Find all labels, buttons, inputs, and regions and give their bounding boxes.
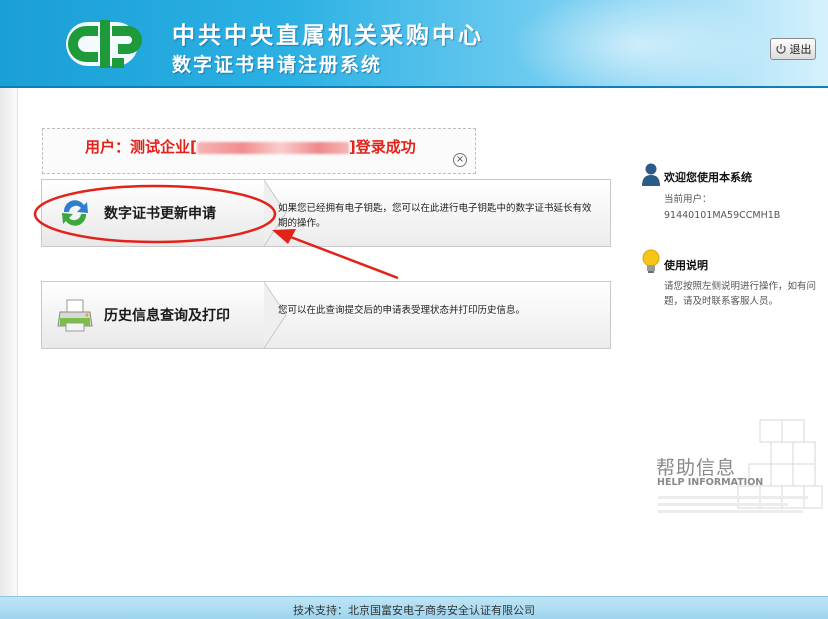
app-title: 中共中央直属机关采购中心 [172, 23, 484, 49]
refresh-icon [62, 200, 88, 226]
certificate-renewal-link[interactable]: 数字证书更新申请 [104, 203, 216, 223]
login-notice: 用户：测试企业[ ]登录成功 × [42, 128, 476, 174]
logout-button[interactable]: 退出 [770, 38, 816, 60]
instructions-text: 请您按照左侧说明进行操作，如有问题，请及时联系客服人员。 [664, 281, 817, 307]
logout-label: 退出 [789, 43, 812, 56]
footer-bar: 技术支持：北京国富安电子商务安全认证有限公司 [0, 596, 828, 619]
current-user-label: 当前用户： [664, 194, 712, 205]
help-title-cn: 帮助信息 [656, 457, 737, 479]
menu-item-certificate-renewal[interactable]: 数字证书更新申请 如果您已经拥有电子钥匙，您可以在此进行电子钥匙中的数字证书延长… [41, 179, 611, 247]
menu-item-history-query[interactable]: 历史信息查询及打印 您可以在此查询提交后的申请表受理状态并打印历史信息。 [41, 281, 611, 349]
user-icon [642, 163, 660, 186]
printer-icon [57, 299, 93, 332]
history-query-link[interactable]: 历史信息查询及打印 [104, 305, 230, 325]
notice-prefix: 用户：测试企业[ [85, 138, 197, 156]
current-user-value: 91440101MA59CCMH1B [664, 210, 781, 221]
instructions-title: 使用说明 [664, 259, 708, 272]
history-query-description: 您可以在此查询提交后的申请表受理状态并打印历史信息。 [278, 305, 526, 316]
header-shine [508, 0, 768, 86]
certificate-renewal-description: 如果您已经拥有电子钥匙，您可以在此进行电子钥匙中的数字证书延长有效期的操作。 [278, 203, 592, 229]
footer-support-text: 技术支持：北京国富安电子商务安全认证有限公司 [293, 604, 535, 617]
header-banner: 中共中央直属机关采购中心 数字证书申请注册系统 退出 [0, 0, 828, 88]
login-status-text: 用户：测试企业[ ]登录成功 [85, 136, 416, 157]
app-subtitle: 数字证书申请注册系统 [172, 54, 383, 76]
left-frame-edge [0, 88, 18, 598]
masked-company-name [196, 141, 349, 154]
welcome-title: 欢迎您使用本系统 [664, 171, 752, 184]
notice-suffix: ]登录成功 [348, 138, 416, 156]
close-icon[interactable]: × [453, 153, 467, 167]
lightbulb-icon [642, 249, 660, 273]
help-title-en: HELP INFORMATION [657, 477, 764, 488]
cfp-logo [66, 20, 142, 68]
power-icon [775, 44, 786, 54]
